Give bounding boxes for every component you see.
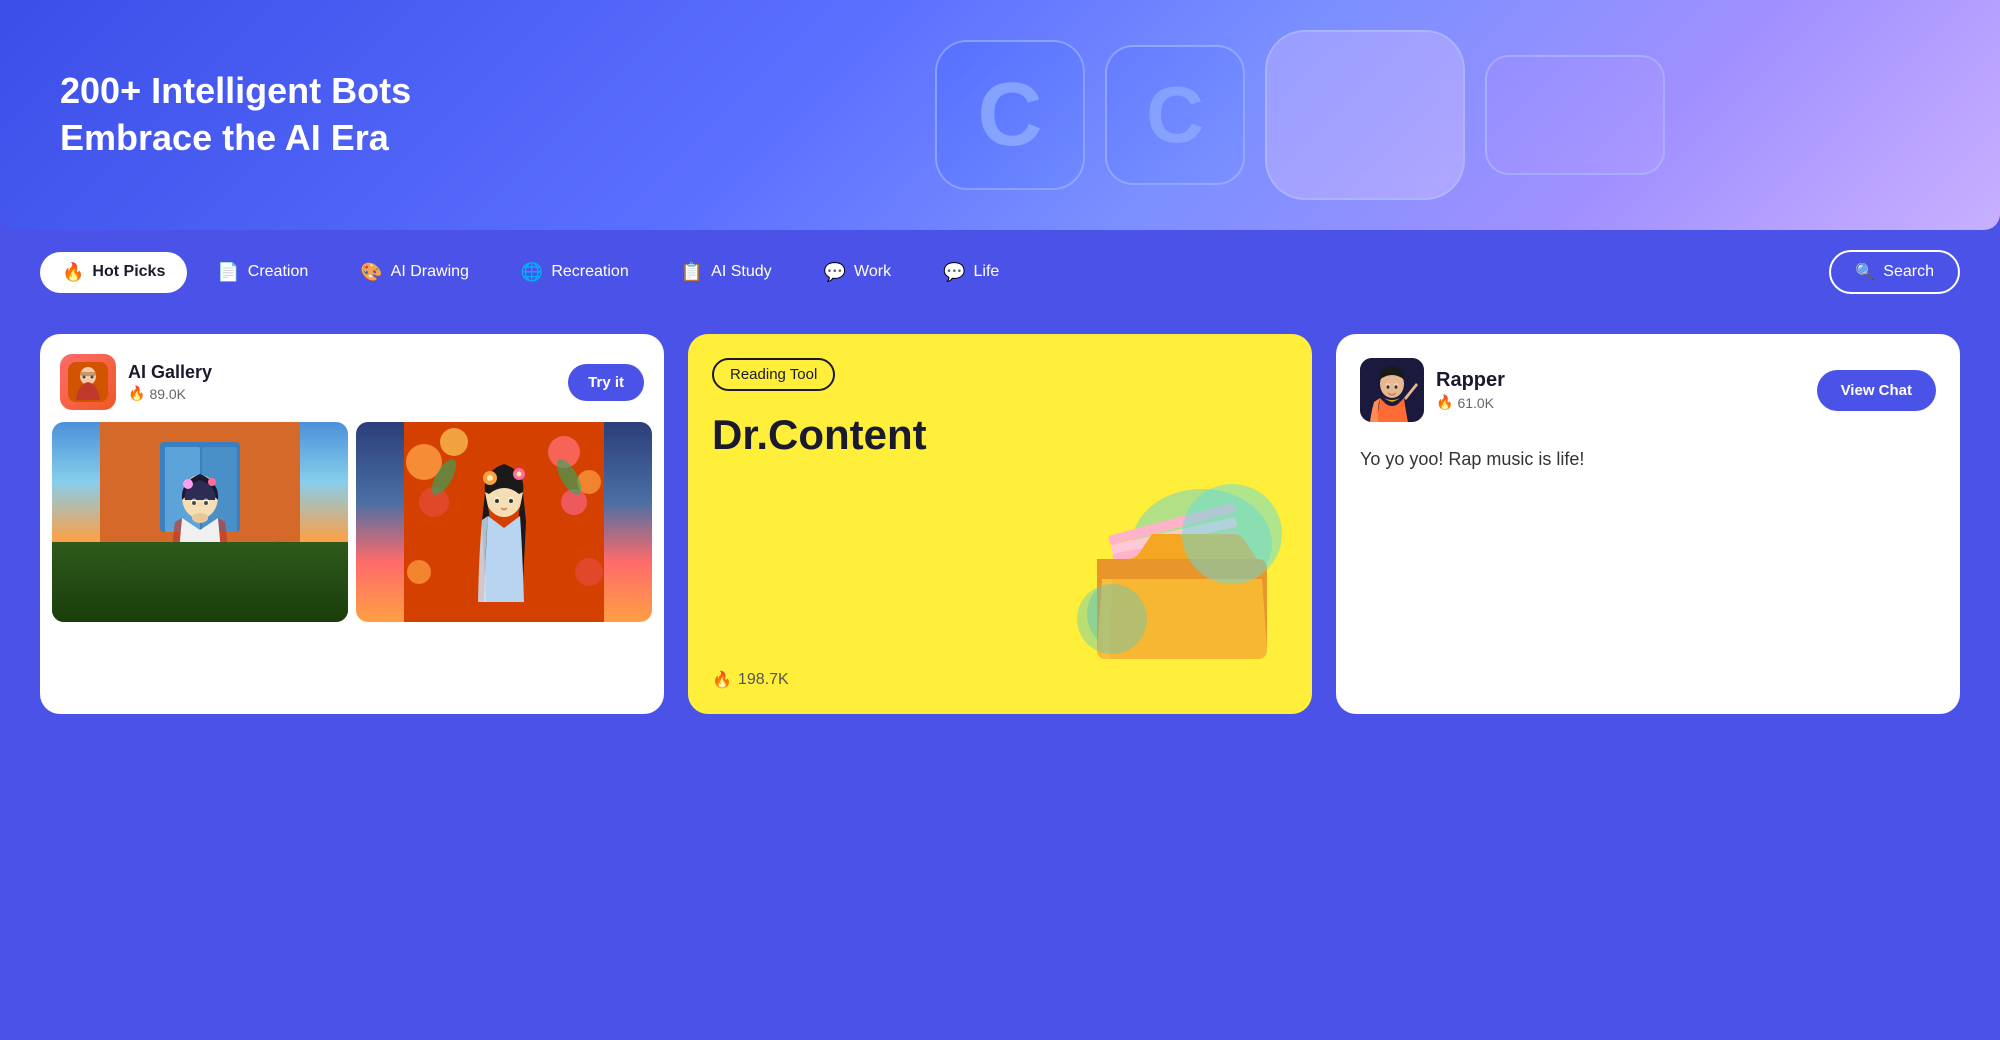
rapper-avatar-image [1360,358,1424,422]
glass-shape-rect [1485,55,1665,175]
dr-content-card: Reading Tool Dr.Content [688,334,1312,714]
hero-line2: Embrace the AI Era [60,117,389,158]
fire-icon: 🔥 [62,262,84,283]
rapper-info: Rapper 🔥 61.0K [1360,358,1505,422]
nav-label-ai-drawing: AI Drawing [391,263,469,281]
ai-gallery-text: AI Gallery 🔥 89.0K [128,362,212,402]
nav-item-work[interactable]: 💬 Work [802,252,913,293]
hero-line1: 200+ Intelligent Bots [60,70,411,111]
ai-gallery-avatar [60,354,116,410]
glass-shape-c2: C [1105,45,1245,185]
nav-label-recreation: Recreation [551,263,628,281]
gallery-image-1 [52,422,348,622]
ai-gallery-info: AI Gallery 🔥 89.0K [60,354,212,410]
main-content: AI Gallery 🔥 89.0K Try it [0,314,2000,754]
navigation: 🔥 Hot Picks 📄 Creation 🎨 AI Drawing 🌐 Re… [0,230,2000,314]
search-label: Search [1883,263,1934,281]
book-icon: 📋 [681,262,703,283]
reading-tool-badge: Reading Tool [712,358,835,391]
fire-icon-rapper: 🔥 [1436,394,1453,411]
fire-icon-drcontent: 🔥 [712,670,732,690]
rapper-text: Rapper 🔥 61.0K [1436,369,1505,411]
palette-icon: 🎨 [360,262,382,283]
chat-icon-life: 💬 [943,262,965,283]
rapper-count: 🔥 61.0K [1436,394,1505,411]
ai-gallery-count-value: 89.0K [149,386,186,402]
rapper-message: Yo yo yoo! Rap music is life! [1360,446,1936,473]
ai-gallery-images [40,422,664,638]
ai-gallery-avatar-icon [68,362,108,402]
chat-icon-work: 💬 [824,262,846,283]
glass-shape-chair [1265,30,1465,200]
dr-content-visual [1072,474,1292,674]
nav-label-hot-picks: Hot Picks [92,263,165,281]
doc-icon: 📄 [217,262,239,283]
bubble-2 [1077,584,1147,654]
nav-item-life[interactable]: 💬 Life [921,252,1021,293]
ai-gallery-title: AI Gallery [128,362,212,383]
glass-shape-c1: C [935,40,1085,190]
search-icon: 🔍 [1855,262,1875,282]
ai-gallery-count: 🔥 89.0K [128,385,212,402]
try-it-button[interactable]: Try it [568,364,644,401]
hero-decoration: C C [600,0,2000,230]
nav-item-creation[interactable]: 📄 Creation [195,252,330,293]
search-button[interactable]: 🔍 Search [1829,250,1960,294]
fire-icon-gallery: 🔥 [128,385,145,402]
gallery-image-2 [356,422,652,622]
rapper-header: Rapper 🔥 61.0K View Chat [1360,358,1936,422]
dr-content-count-value: 198.7K [738,671,789,689]
view-chat-button[interactable]: View Chat [1817,370,1936,411]
nav-label-creation: Creation [248,263,308,281]
rapper-avatar [1360,358,1424,422]
nav-label-ai-study: AI Study [711,263,771,281]
nav-item-recreation[interactable]: 🌐 Recreation [499,252,651,293]
rapper-name: Rapper [1436,369,1505,392]
hero-banner: 200+ Intelligent Bots Embrace the AI Era… [0,0,2000,230]
nav-label-work: Work [854,263,891,281]
globe-icon: 🌐 [521,262,543,283]
nav-label-life: Life [974,263,1000,281]
nav-item-ai-study[interactable]: 📋 AI Study [659,252,794,293]
rapper-card: Rapper 🔥 61.0K View Chat Yo yo yoo! Rap … [1336,334,1960,714]
nav-item-hot-picks[interactable]: 🔥 Hot Picks [40,252,187,293]
nav-item-ai-drawing[interactable]: 🎨 AI Drawing [338,252,491,293]
bubble-1 [1182,484,1282,584]
rapper-count-value: 61.0K [1457,395,1494,411]
hero-text: 200+ Intelligent Bots Embrace the AI Era [60,68,411,162]
ai-gallery-card: AI Gallery 🔥 89.0K Try it [40,334,664,714]
dr-content-title: Dr.Content [712,411,1288,459]
ai-gallery-header: AI Gallery 🔥 89.0K Try it [40,334,664,422]
